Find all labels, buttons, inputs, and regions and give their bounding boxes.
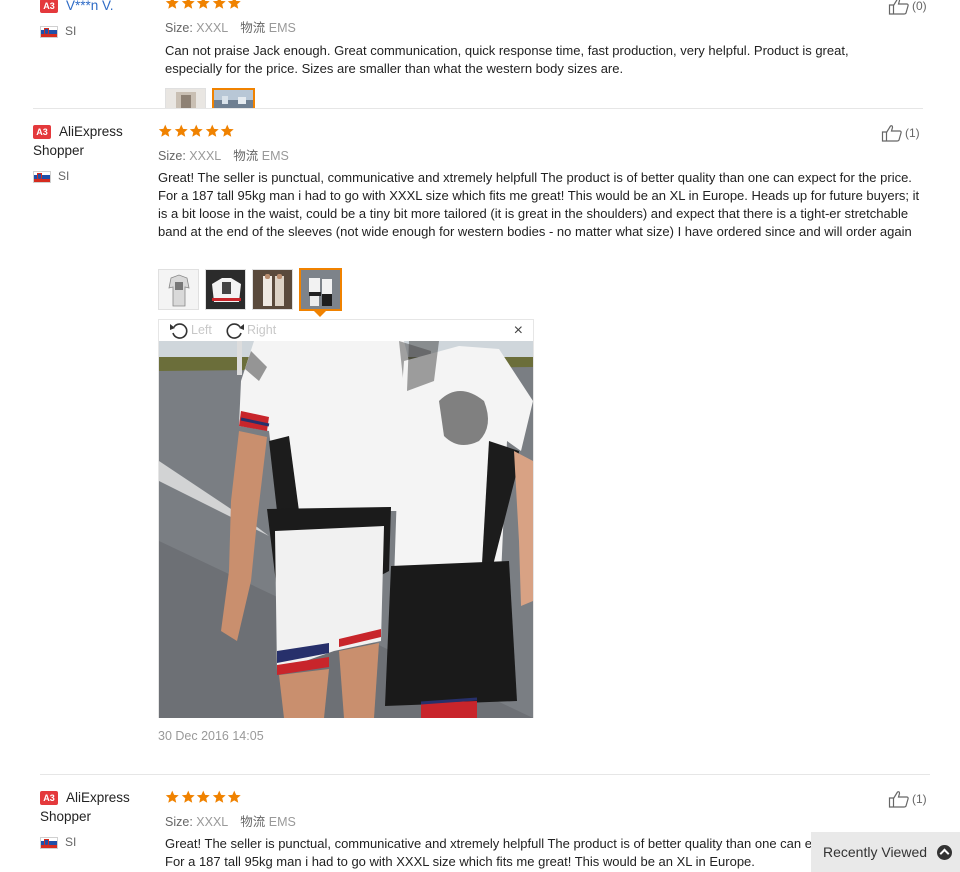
close-icon[interactable]: × — [514, 323, 523, 339]
size-value: XXXL — [189, 149, 222, 163]
helpful-count: (1) — [905, 126, 920, 140]
thumbs-up-icon — [888, 790, 910, 808]
shipping-label: 物流 — [240, 21, 266, 35]
star-icon — [227, 790, 242, 804]
reviewer-name: AliExpress Shopper — [40, 790, 130, 824]
review-photo-large — [159, 341, 533, 718]
rotate-right-icon — [225, 321, 245, 339]
helpful-button[interactable]: (0) — [888, 0, 927, 15]
rotate-right-button[interactable]: Right — [225, 321, 276, 339]
star-icon — [205, 124, 220, 138]
star-icon — [158, 124, 173, 138]
star-icon — [212, 0, 227, 10]
buyer-level-badge: A3 — [40, 0, 58, 13]
star-icon — [165, 0, 180, 10]
reviewer-country: SI — [65, 835, 77, 849]
selected-thumbnail-indicator — [314, 311, 326, 317]
order-attributes: Size: XXXL 物流 EMS — [165, 17, 296, 36]
rating-stars — [165, 0, 242, 10]
star-icon — [227, 0, 242, 10]
reviewer-name: AliExpress Shopper — [33, 124, 123, 158]
review-photo-thumbnail[interactable] — [158, 269, 199, 310]
shipping-value: EMS — [268, 21, 296, 35]
country-flag-icon — [40, 837, 58, 849]
helpful-count: (1) — [912, 792, 927, 806]
photo-viewer: Left Right × — [158, 319, 534, 718]
chevron-up-icon — [937, 845, 952, 860]
star-icon — [212, 790, 227, 804]
review-photo-thumbnail[interactable] — [165, 88, 206, 108]
helpful-button[interactable]: (1) — [888, 790, 927, 808]
recently-viewed-button[interactable]: Recently Viewed — [811, 832, 960, 872]
order-attributes: Size: XXXL 物流 EMS — [165, 811, 296, 830]
review-photo-thumbnail-selected[interactable] — [299, 268, 342, 311]
review-photo-thumbnail[interactable] — [252, 269, 293, 310]
size-label: Size: — [158, 149, 186, 163]
shipping-value: EMS — [268, 815, 296, 829]
review-divider — [40, 774, 930, 775]
shipping-value: EMS — [261, 149, 289, 163]
rotate-left-label: Left — [191, 323, 212, 337]
star-icon — [189, 124, 204, 138]
size-label: Size: — [165, 815, 193, 829]
review-photo-thumbnail[interactable] — [205, 269, 246, 310]
size-value: XXXL — [196, 815, 229, 829]
photo-viewer-toolbar: Left Right × — [159, 320, 533, 341]
shipping-label: 物流 — [233, 149, 259, 163]
star-icon — [165, 790, 180, 804]
rotate-right-label: Right — [247, 323, 277, 337]
review-date: 30 Dec 2016 14:05 — [158, 729, 264, 743]
thumbs-up-icon — [888, 0, 910, 15]
review-text: Can not praise Jack enough. Great commun… — [165, 43, 849, 76]
rating-stars — [158, 124, 235, 138]
helpful-button[interactable]: (1) — [881, 124, 920, 142]
star-icon — [181, 0, 196, 10]
shipping-label: 物流 — [240, 815, 266, 829]
reviewer-name[interactable]: V***n V. — [66, 0, 114, 15]
review-text: Great! The seller is punctual, communica… — [158, 170, 920, 239]
review-photo-thumbnail[interactable] — [212, 88, 255, 108]
rating-stars — [165, 790, 242, 804]
country-flag-icon — [33, 171, 51, 183]
star-icon — [174, 124, 189, 138]
rotate-left-button[interactable]: Left — [169, 321, 212, 339]
size-value: XXXL — [196, 21, 229, 35]
rotate-left-icon — [169, 321, 189, 339]
helpful-count: (0) — [912, 0, 927, 13]
size-label: Size: — [165, 21, 193, 35]
recently-viewed-label: Recently Viewed — [823, 844, 928, 860]
star-icon — [196, 0, 211, 10]
star-icon — [196, 790, 211, 804]
reviewer-country: SI — [65, 24, 77, 38]
star-icon — [181, 790, 196, 804]
review-divider — [33, 108, 923, 109]
reviewer-country: SI — [58, 169, 70, 183]
order-attributes: Size: XXXL 物流 EMS — [158, 145, 289, 164]
thumbs-up-icon — [881, 124, 903, 142]
star-icon — [220, 124, 235, 138]
country-flag-icon — [40, 26, 58, 38]
